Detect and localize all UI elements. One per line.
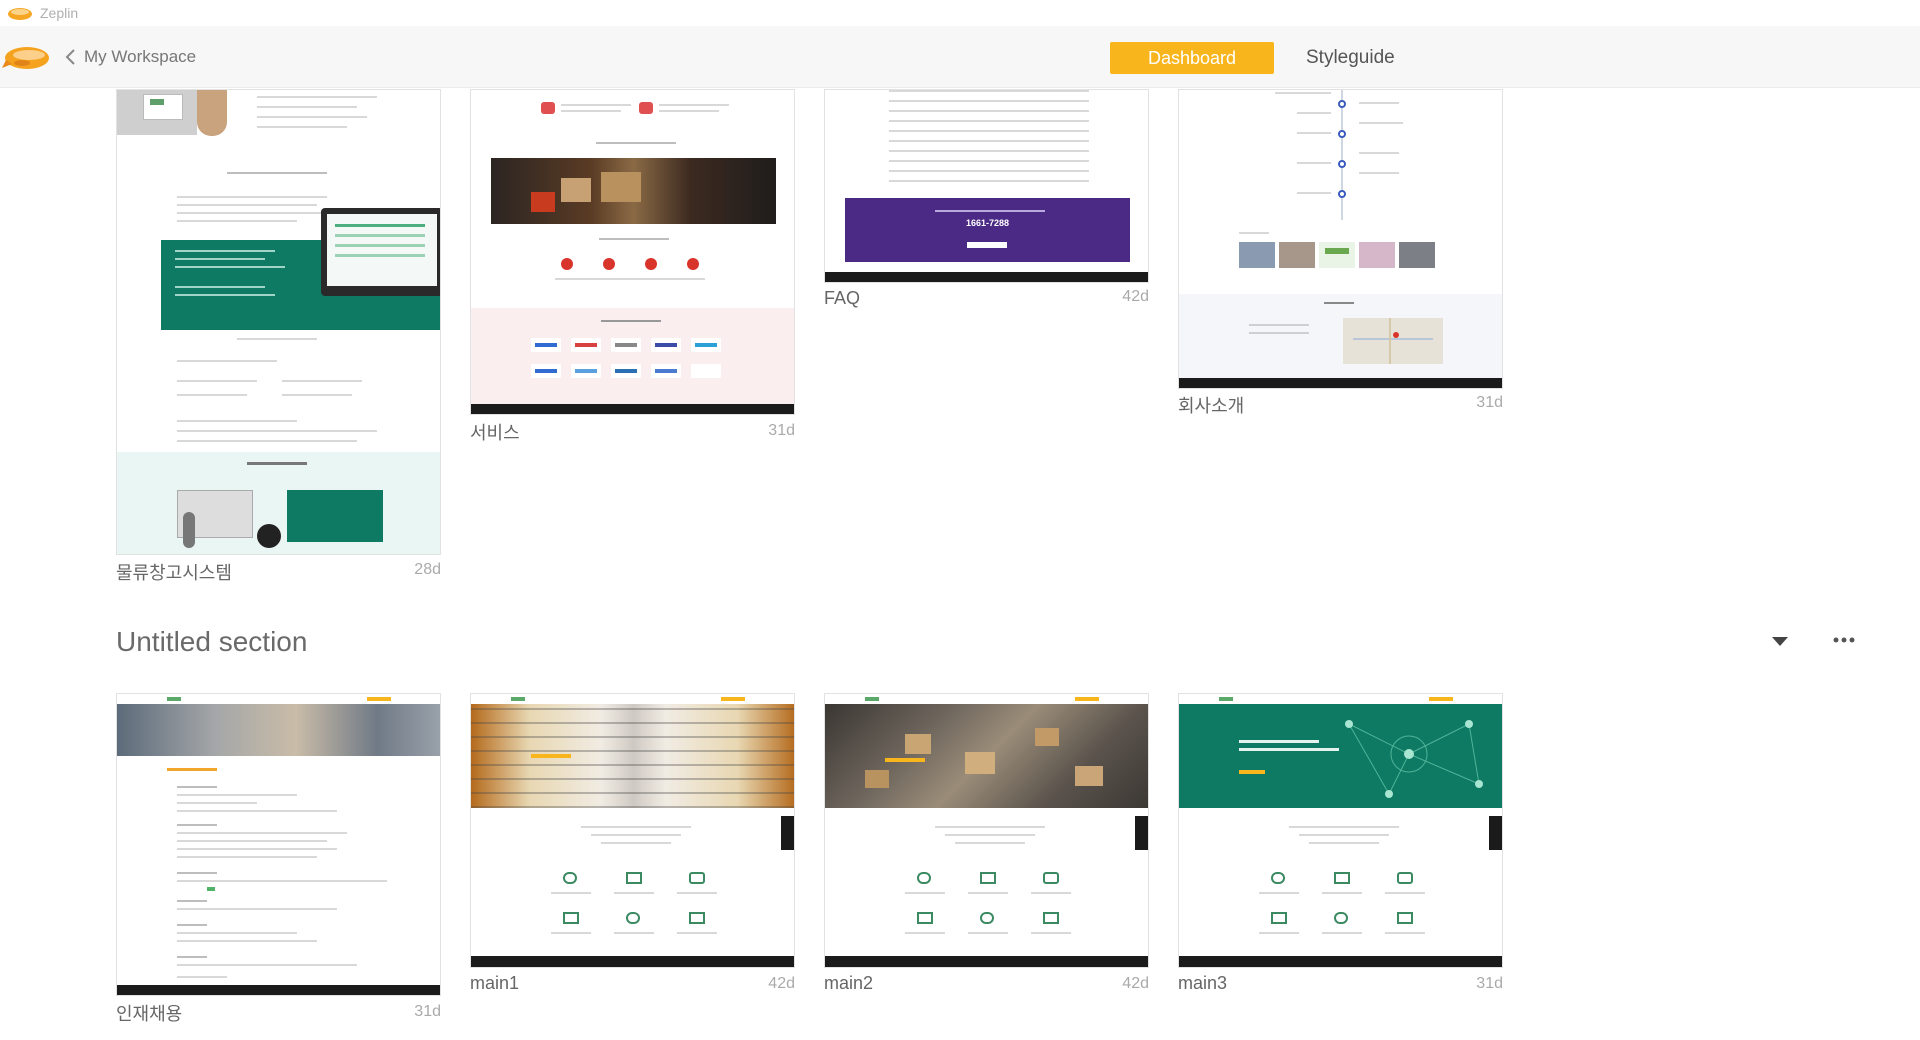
header-tabs: Dashboard Styleguide (1110, 42, 1395, 74)
chevron-left-icon (65, 49, 75, 65)
service-icon (639, 102, 653, 114)
feature-icon (1271, 872, 1285, 884)
screen-name[interactable]: 서비스 (470, 419, 520, 445)
monitor-image (321, 208, 440, 296)
hand-phone-image (197, 90, 227, 136)
screen-thumbnail[interactable] (116, 89, 441, 555)
feature-icon (563, 872, 577, 884)
screen-card: main3 31d (1178, 693, 1503, 993)
screen-thumbnail[interactable] (470, 89, 795, 415)
back-to-workspace-link[interactable]: My Workspace (64, 45, 196, 69)
section-title[interactable]: Untitled section (116, 626, 307, 658)
screen-card: main1 42d (470, 693, 795, 993)
photo (1359, 242, 1395, 268)
screen-age: 42d (1122, 975, 1149, 992)
back-label: My Workspace (84, 47, 197, 66)
screen-name[interactable]: 물류창고시스템 (116, 559, 232, 585)
screen-card: 회사소개 31d (1178, 89, 1503, 424)
monitor-graphic (143, 94, 183, 120)
screen-card: 서비스 31d (470, 89, 795, 449)
feature-icon (1043, 872, 1059, 884)
site-nav (825, 694, 1148, 704)
site-nav (1179, 694, 1502, 704)
screen-thumbnail[interactable] (470, 693, 795, 968)
feature-icon (1334, 872, 1350, 884)
screen-thumbnail[interactable] (116, 693, 441, 996)
service-icon (541, 102, 555, 114)
feature-icon (1397, 872, 1413, 884)
screen-name[interactable]: 회사소개 (1178, 392, 1244, 418)
network-graphic (1345, 720, 1483, 798)
feature-icon (626, 872, 642, 884)
screen-age: 42d (768, 975, 795, 992)
map-image (1343, 318, 1443, 364)
screen-card: 1661-7288 FAQ 42d (824, 89, 1149, 319)
zeplin-logo[interactable] (2, 38, 52, 74)
screen-name[interactable]: main1 (470, 973, 519, 994)
timeline-axis (1341, 90, 1343, 220)
warehouse-shelves-photo (471, 704, 794, 808)
site-nav (117, 694, 440, 704)
location-band (1179, 294, 1502, 380)
photo (1319, 242, 1355, 268)
tab-dashboard[interactable]: Dashboard (1110, 42, 1274, 74)
feature-icon (563, 912, 579, 924)
screen-age: 42d (1122, 288, 1149, 305)
zeplin-app-icon (8, 8, 32, 20)
feature-icon (917, 872, 931, 884)
photo (1279, 242, 1315, 268)
photo (1239, 242, 1275, 268)
smart-mall-band (117, 452, 440, 554)
side-quick-menu[interactable] (1135, 816, 1148, 850)
screen-card: 인재채용 31d (116, 693, 441, 1026)
screen-thumbnail[interactable] (1178, 89, 1503, 389)
screen-card: main2 42d (824, 693, 1149, 993)
screen-thumbnail[interactable]: 1661-7288 (824, 89, 1149, 283)
screen-age: 31d (1476, 394, 1503, 411)
site-nav (471, 694, 794, 704)
header-bar: My Workspace Dashboard Styleguide (0, 26, 1920, 88)
screen-age: 31d (414, 1003, 441, 1020)
feature-icon (689, 872, 705, 884)
feature-icon (1334, 912, 1348, 924)
feature-icon (917, 912, 933, 924)
tab-styleguide[interactable]: Styleguide (1306, 47, 1395, 69)
feature-icon (1043, 912, 1059, 924)
process-steps (471, 258, 794, 298)
feature-icon (980, 912, 994, 924)
more-options-icon[interactable] (1830, 632, 1858, 648)
feature-icon (689, 912, 705, 924)
screen-name[interactable]: main2 (824, 973, 873, 994)
screen-name[interactable]: FAQ (824, 288, 860, 309)
photo (1399, 242, 1435, 268)
screen-thumbnail[interactable] (1178, 693, 1503, 968)
warehouse-photo (491, 158, 776, 224)
window-titlebar: Zeplin (0, 0, 1920, 26)
collapse-section-icon[interactable] (1771, 635, 1789, 647)
contact-band: 1661-7288 (845, 198, 1130, 262)
screen-card: 물류창고시스템 28d (116, 89, 441, 589)
screen-age: 31d (1476, 975, 1503, 992)
screen-name[interactable]: 인재채용 (116, 1000, 182, 1026)
screen-thumbnail[interactable] (824, 693, 1149, 968)
team-photo (117, 704, 440, 756)
screen-age: 28d (414, 561, 441, 578)
network-hero (1179, 704, 1502, 808)
contact-phone: 1661-7288 (965, 218, 1010, 228)
partners-band (471, 308, 794, 406)
feature-icon (626, 912, 640, 924)
conveyor-boxes-photo (825, 704, 1148, 808)
feature-icon (980, 872, 996, 884)
feature-icon (1397, 912, 1413, 924)
feature-icon (1271, 912, 1287, 924)
side-quick-menu[interactable] (781, 816, 794, 850)
side-quick-menu[interactable] (1489, 816, 1502, 850)
screen-age: 31d (768, 422, 795, 439)
app-name: Zeplin (40, 5, 79, 21)
screen-name[interactable]: main3 (1178, 973, 1227, 994)
